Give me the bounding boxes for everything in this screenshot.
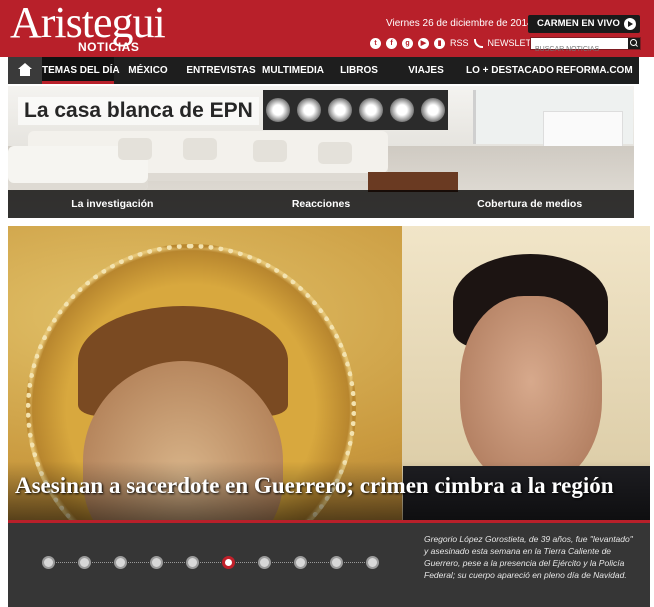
- nav-item-reforma[interactable]: REFORMA.COM: [556, 57, 633, 84]
- google-plus-icon[interactable]: g: [402, 37, 413, 49]
- banner-artwork: [263, 90, 448, 130]
- nav-item-entrevistas[interactable]: ENTREVISTAS: [184, 57, 258, 84]
- nav-item-multimedia[interactable]: MULTIMEDIA: [262, 57, 324, 84]
- site-logo-subtitle: NOTICIAS: [78, 40, 140, 54]
- story-summary: Gregorio López Gorostieta, de 39 años, f…: [424, 534, 633, 580]
- slider-dot[interactable]: [78, 556, 91, 569]
- featured-banner[interactable]: La casa blanca de EPN La investigación R…: [8, 86, 634, 218]
- rss-icon[interactable]: [473, 38, 483, 48]
- search-icon[interactable]: [628, 38, 640, 49]
- nav-item-mexico[interactable]: MÉXICO: [120, 57, 176, 84]
- hero-photo-face: [460, 296, 602, 486]
- nav-item-libros[interactable]: LIBROS: [336, 57, 382, 84]
- site-header: Aristegui NOTICIAS Viernes 26 de diciemb…: [0, 0, 654, 57]
- banner-title[interactable]: La casa blanca de EPN: [18, 97, 259, 125]
- banner-tab-reacciones[interactable]: Reacciones: [217, 190, 426, 218]
- slider-dot[interactable]: [222, 556, 235, 569]
- home-icon[interactable]: [8, 57, 42, 84]
- search-box: [530, 37, 641, 55]
- slider-dot[interactable]: [114, 556, 127, 569]
- slider-panel: Gregorio López Gorostieta, de 39 años, f…: [8, 520, 650, 607]
- banner-table: [368, 172, 458, 192]
- banner-pillow: [318, 142, 352, 164]
- banner-pillow: [118, 138, 152, 160]
- search-input[interactable]: [531, 44, 627, 55]
- banner-tabs: La investigación Reacciones Cobertura de…: [8, 190, 634, 218]
- slider-dot[interactable]: [42, 556, 55, 569]
- current-date: Viernes 26 de diciembre de 2014: [386, 18, 533, 29]
- hero-headline[interactable]: Asesinan a sacerdote en Guerrero; crimen…: [15, 472, 614, 500]
- youtube-icon[interactable]: ▶: [418, 37, 429, 49]
- nav-item-viajes[interactable]: VIAJES: [404, 57, 448, 84]
- banner-pillow: [253, 140, 287, 162]
- slider-track: [48, 562, 373, 563]
- live-stream-label: CARMEN EN VIVO: [537, 18, 620, 29]
- nav-item-lo-mas-destacado[interactable]: LO + DESTACADO: [466, 57, 554, 84]
- twitter-icon[interactable]: t: [370, 37, 381, 49]
- banner-chairs: [543, 111, 623, 147]
- slider-dot[interactable]: [294, 556, 307, 569]
- slider-dot[interactable]: [258, 556, 271, 569]
- slider-dot[interactable]: [186, 556, 199, 569]
- slider-dot[interactable]: [330, 556, 343, 569]
- banner-tab-cobertura[interactable]: Cobertura de medios: [425, 190, 634, 218]
- play-icon: [624, 18, 636, 30]
- main-nav: TEMAS DEL DÍA MÉXICO ENTREVISTAS MULTIME…: [8, 57, 639, 84]
- nav-item-temas-del-dia[interactable]: TEMAS DEL DÍA: [42, 57, 120, 84]
- facebook-icon[interactable]: f: [386, 37, 397, 49]
- slider-dot[interactable]: [150, 556, 163, 569]
- mobile-icon[interactable]: ▮: [434, 37, 445, 49]
- hero-story[interactable]: Asesinan a sacerdote en Guerrero; crimen…: [8, 226, 650, 523]
- rss-link[interactable]: RSS: [450, 37, 469, 49]
- slider-dot[interactable]: [366, 556, 379, 569]
- live-stream-button[interactable]: CARMEN EN VIVO: [528, 15, 640, 33]
- social-links: t f g ▶ ▮ RSS NEWSLETTER: [370, 37, 549, 49]
- banner-pillow: [183, 138, 217, 160]
- banner-tab-investigacion[interactable]: La investigación: [8, 190, 217, 218]
